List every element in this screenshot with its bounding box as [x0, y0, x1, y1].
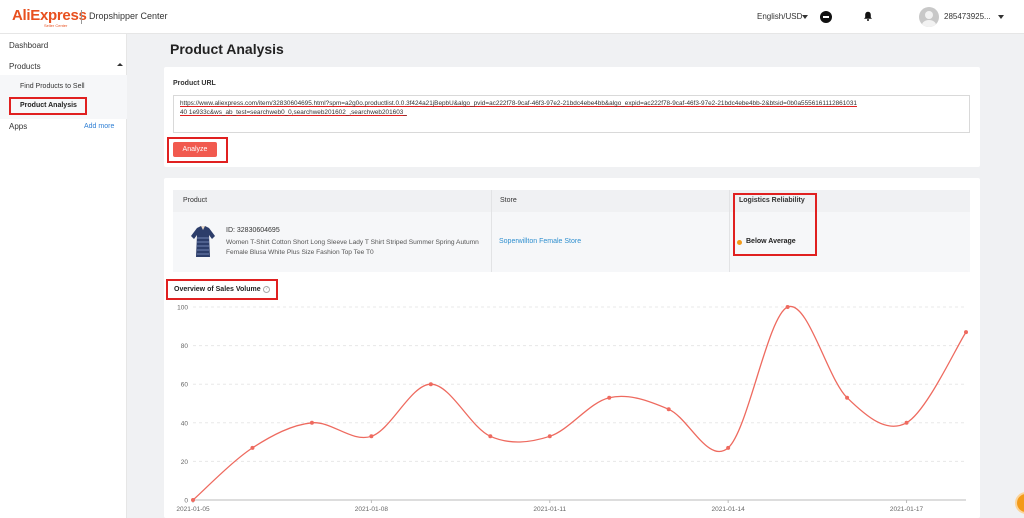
message-icon[interactable]: [820, 11, 832, 23]
data-point: [428, 382, 433, 387]
user-id[interactable]: 285473925...: [944, 12, 991, 21]
column-divider: [491, 190, 492, 272]
data-point: [904, 420, 909, 425]
product-id: ID: 32830604695: [226, 227, 280, 234]
sales-title: Overview of Sales Volume: [174, 286, 261, 293]
url-label: Product URL: [173, 80, 216, 87]
chevron-down-icon[interactable]: [802, 15, 808, 19]
data-point: [964, 330, 968, 335]
data-point: [191, 498, 195, 502]
table-header: [173, 190, 970, 212]
sidebar-item-find-products[interactable]: Find Products to Sell: [20, 83, 85, 90]
header-logistics: Logistics Reliability: [739, 197, 805, 204]
product-description: Women T-Shirt Cotton Short Long Sleeve L…: [226, 239, 479, 256]
top-bar: AliExpress Seller Center Dropshipper Cen…: [0, 0, 1024, 34]
sidebar-item-dashboard[interactable]: Dashboard: [9, 41, 48, 50]
header-product: Product: [183, 197, 208, 204]
y-tick-label: 20: [181, 459, 189, 466]
sidebar-item-products[interactable]: Products: [9, 62, 41, 71]
x-tick-label: 2021-01-14: [712, 506, 746, 513]
data-point: [369, 434, 374, 439]
chevron-up-icon[interactable]: [117, 63, 123, 66]
data-point: [845, 395, 850, 400]
data-point: [250, 445, 255, 450]
y-tick-label: 0: [184, 498, 188, 505]
chevron-down-icon[interactable]: [998, 15, 1004, 19]
sidebar-item-apps[interactable]: Apps: [9, 122, 27, 131]
status-dot-icon: [737, 240, 742, 245]
store-link[interactable]: Soperwillton Female Store: [499, 238, 581, 245]
header-store: Store: [500, 197, 517, 204]
sales-volume-chart: 0 20 40 60 80 100 2021-01-05 2021-01-08 2021-01-…: [176, 305, 968, 513]
y-tick-label: 100: [177, 305, 188, 312]
data-point: [488, 434, 493, 439]
data-point: [309, 420, 314, 425]
y-tick-label: 80: [181, 343, 189, 350]
x-tick-label: 2021-01-17: [890, 506, 924, 513]
analyze-button[interactable]: Analyze: [173, 142, 217, 157]
help-icon[interactable]: ?: [263, 286, 270, 293]
x-tick-label: 2021-01-11: [533, 506, 566, 513]
brand-subtext: Seller Center: [44, 23, 68, 28]
bell-icon[interactable]: [863, 11, 873, 21]
avatar[interactable]: [919, 7, 939, 27]
data-point: [726, 445, 731, 450]
logo-divider: [81, 10, 82, 24]
data-point: [666, 407, 671, 412]
y-tick-label: 40: [181, 420, 189, 427]
data-point: [785, 305, 790, 309]
app-title: Dropshipper Center: [89, 11, 168, 21]
brand-text: AliExpress: [12, 7, 87, 24]
column-divider: [729, 190, 730, 272]
sidebar-item-product-analysis[interactable]: Product Analysis: [20, 102, 77, 109]
x-tick-label: 2021-01-08: [355, 506, 389, 513]
aliexpress-logo[interactable]: AliExpress: [12, 8, 87, 23]
logistics-status: Below Average: [746, 238, 796, 245]
data-point: [607, 395, 612, 400]
product-thumbnail[interactable]: [189, 224, 217, 258]
url-input-value[interactable]: https://www.aliexpress.com/item/32830604…: [180, 99, 860, 117]
language-selector[interactable]: English/USD: [757, 12, 802, 21]
floating-help-button[interactable]: [1015, 492, 1024, 514]
y-tick-label: 60: [181, 382, 189, 389]
add-more-link[interactable]: Add more: [84, 123, 114, 130]
data-point: [547, 434, 552, 439]
sales-line: [192, 306, 967, 501]
x-tick-label: 2021-01-05: [176, 506, 210, 513]
page-title: Product Analysis: [170, 41, 284, 57]
